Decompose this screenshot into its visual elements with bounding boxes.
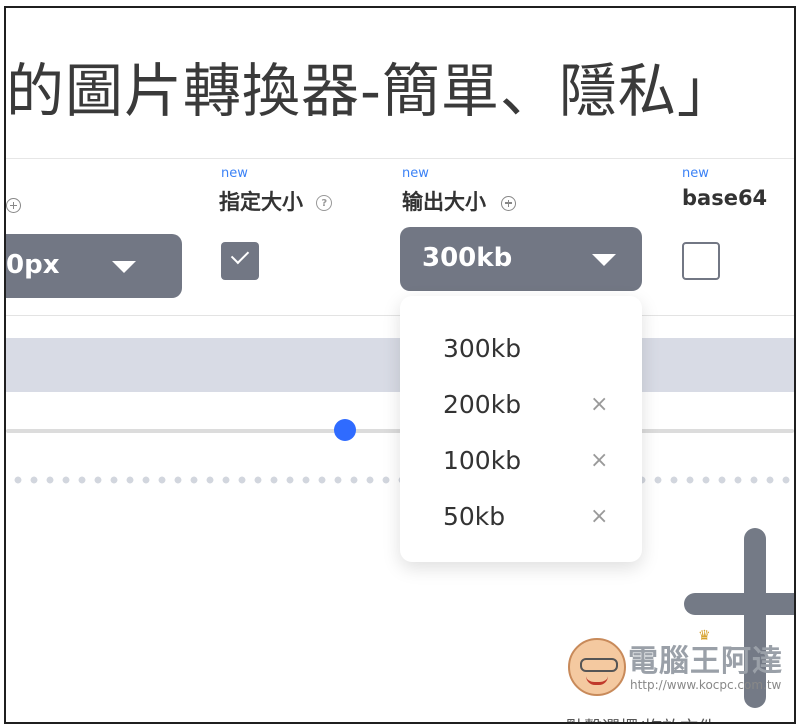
new-badge: new [402, 166, 429, 181]
chevron-down-icon [112, 261, 136, 273]
remove-50kb-icon[interactable]: × [590, 504, 608, 529]
output-size-select-value: 300kb [422, 243, 513, 273]
output-size-dropdown: 300kb 200kb × 100kb × 50kb × [400, 296, 642, 562]
dropzone-hint: 點擊選擇/拖放文件 [566, 714, 716, 722]
plus-circle-icon[interactable] [6, 198, 21, 213]
specify-size-label-text: 指定大小 [219, 190, 303, 214]
page-title: 的圖片轉換器-簡單、隱私」 [6, 57, 736, 125]
output-size-select[interactable]: 300kb [400, 227, 642, 291]
remove-100kb-icon[interactable]: × [590, 448, 608, 473]
dropdown-item-50kb[interactable]: 50kb [443, 502, 505, 531]
base64-checkbox[interactable] [682, 242, 720, 280]
quality-slider-handle[interactable] [334, 419, 356, 441]
watermark-url: http://www.kocpc.com.tw [630, 678, 782, 692]
screenshot-frame: 的圖片轉換器-簡單、隱私」 0px new 指定大小 ? new 输出大小 30… [4, 6, 796, 724]
add-file-icon[interactable] [684, 593, 794, 615]
dropdown-item-300kb[interactable]: 300kb [443, 334, 521, 363]
title-divider [6, 158, 794, 159]
chevron-down-icon [592, 254, 616, 266]
new-badge: new [682, 166, 709, 181]
remove-200kb-icon[interactable]: × [590, 392, 608, 417]
width-select-value: 0px [6, 250, 60, 280]
dropdown-item-200kb[interactable]: 200kb [443, 390, 521, 419]
width-select[interactable]: 0px [6, 234, 182, 298]
output-size-label: 输出大小 [402, 186, 517, 216]
specify-size-label: 指定大小 ? [219, 186, 333, 216]
new-badge: new [221, 166, 248, 181]
plus-circle-icon[interactable] [501, 195, 517, 211]
mascot-face-icon [568, 638, 626, 696]
dropdown-item-100kb[interactable]: 100kb [443, 446, 521, 475]
base64-label: base64 [682, 186, 768, 210]
specify-size-checkbox[interactable] [221, 242, 259, 280]
watermark: ♛ 電腦王阿達 http://www.kocpc.com.tw [564, 628, 794, 704]
output-size-label-text: 输出大小 [402, 190, 486, 214]
help-icon[interactable]: ? [316, 195, 333, 211]
watermark-text: 電腦王阿達 [628, 644, 783, 679]
